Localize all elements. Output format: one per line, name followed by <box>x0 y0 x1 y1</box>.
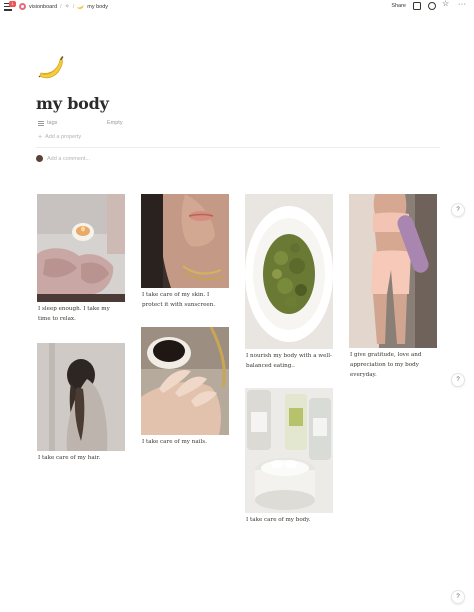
clock-icon[interactable] <box>428 2 436 10</box>
card-image-yoga <box>349 194 437 348</box>
comment-placeholder: Add a comment... <box>47 155 91 162</box>
help-button[interactable]: ? <box>451 203 465 217</box>
top-actions: Share ··· <box>391 0 466 10</box>
list-icon <box>38 120 44 126</box>
breadcrumb-item-my-body[interactable]: my body <box>87 4 108 10</box>
card-image-sleep-mask <box>37 194 125 302</box>
property-row-tags[interactable]: tags Empty <box>38 120 123 126</box>
page-title[interactable]: my body <box>36 94 109 113</box>
avatar <box>36 155 43 162</box>
card-image-hair <box>37 343 125 451</box>
property-value[interactable]: Empty <box>107 120 123 126</box>
card-image-pasta-bowl <box>245 194 333 349</box>
banana-icon <box>76 3 85 10</box>
sparkle-icon[interactable]: ✧ <box>65 3 70 10</box>
more-options-icon[interactable]: ··· <box>458 1 466 10</box>
card-image-skin <box>141 194 229 288</box>
card-caption: I sleep enough. I take my time to relax. <box>38 306 110 322</box>
gallery-card-eating[interactable]: I nourish my body with a well-balanced e… <box>245 194 333 374</box>
add-property-button[interactable]: + Add a property <box>38 133 82 141</box>
gallery-card-nails[interactable]: I take care of my nails. <box>141 327 229 449</box>
flower-icon <box>19 3 26 10</box>
breadcrumb-separator: / <box>72 3 75 10</box>
comment-input[interactable]: Add a comment... <box>36 155 90 162</box>
add-property-label: Add a property <box>45 134 82 140</box>
comment-icon[interactable] <box>413 2 421 10</box>
share-button[interactable]: Share <box>391 3 406 9</box>
star-icon[interactable] <box>442 0 451 10</box>
card-caption: I take care of my body. <box>246 517 311 523</box>
card-caption: I take care of my nails. <box>142 439 207 445</box>
card-caption: I take care of my skin. I protect it wit… <box>142 292 216 308</box>
card-caption: I nourish my body with a well-balanced e… <box>246 353 332 369</box>
gallery-card-hair[interactable]: I take care of my hair. <box>37 343 125 467</box>
card-caption: I give gratitude, love and appreciation … <box>350 352 422 378</box>
card-caption: I take care of my hair. <box>38 455 101 461</box>
card-image-skincare-products <box>245 388 333 513</box>
plus-icon: + <box>38 133 43 141</box>
breadcrumb-separator: / <box>60 3 62 10</box>
gallery-card-gratitude[interactable]: I give gratitude, love and appreciation … <box>349 194 437 384</box>
notification-badge: 1 <box>9 1 16 7</box>
help-button[interactable]: ? <box>451 373 465 387</box>
breadcrumb: visionboard / ✧ / my body <box>19 3 108 10</box>
card-image-nails <box>141 327 229 435</box>
help-button[interactable]: ? <box>451 590 465 604</box>
gallery-card-skin[interactable]: I take care of my skin. I protect it wit… <box>141 194 229 312</box>
divider <box>36 147 440 148</box>
top-bar: 1 visionboard / ✧ / my body Share ··· <box>0 0 474 16</box>
gallery-card-body[interactable]: I take care of my body. <box>245 388 333 528</box>
banana-icon[interactable] <box>36 54 66 84</box>
gallery-card-sleep[interactable]: I sleep enough. I take my time to relax. <box>37 194 125 329</box>
property-name: tags <box>47 120 58 126</box>
breadcrumb-item-visionboard[interactable]: visionboard <box>29 4 57 10</box>
